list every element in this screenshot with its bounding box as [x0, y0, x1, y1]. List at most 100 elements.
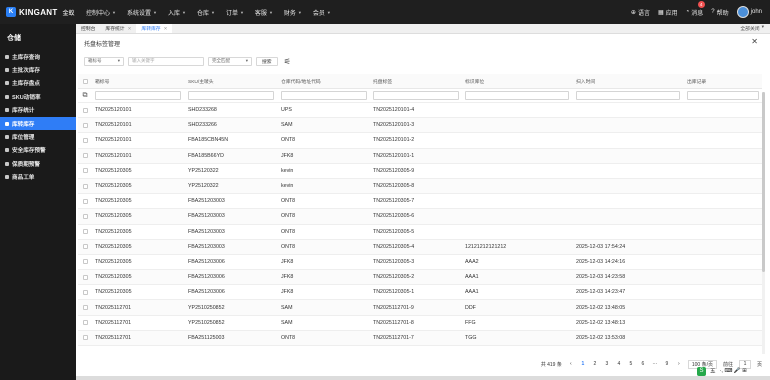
table-row[interactable]: TN2025120305 FBA251203003 ONT8 TN2025120305… — [78, 239, 762, 255]
row-checkbox[interactable] — [82, 183, 88, 189]
header-outbound-record[interactable]: 出库记录 — [684, 78, 762, 85]
next-page-button[interactable]: › — [676, 361, 682, 367]
header-sku[interactable]: SKU/主唛头 — [185, 78, 278, 85]
scrollbar-thumb[interactable] — [762, 92, 765, 272]
column-settings-icon[interactable]: ⧉ — [83, 92, 88, 100]
table-row[interactable]: TN2025112701 YP2510250852 SAM TN2025112701-… — [78, 316, 762, 331]
table-row[interactable]: TN2025120305 YP25120322 kevin TN2025120305-… — [78, 164, 762, 179]
row-checkbox[interactable] — [82, 213, 88, 219]
row-checkbox[interactable] — [82, 274, 88, 280]
messages-button[interactable]: ◔ 4 消息 — [686, 0, 705, 17]
header-pallet-label[interactable]: 托盘标签 — [370, 78, 462, 85]
nav-members[interactable]: 会员 ▼ — [313, 8, 331, 17]
table-row[interactable]: TN2025120101 SHD233268 UPS TN2025120101-4 — [78, 103, 762, 119]
table-row[interactable]: TN2025120305 YP25120322 kevin TN2025120305-… — [78, 178, 762, 195]
row-checkbox[interactable] — [82, 153, 88, 159]
page-number-button[interactable]: 5 — [628, 361, 634, 367]
match-select[interactable]: 完全匹配 ▾ — [208, 56, 252, 66]
row-checkbox[interactable] — [82, 259, 88, 265]
row-checkbox[interactable] — [82, 335, 88, 341]
page-number-button[interactable]: 4 — [616, 361, 622, 367]
sidebar-item[interactable]: 库转库存 — [0, 116, 76, 131]
table-row[interactable]: TN2025120305 FBA251203003 ONT8 TN2025120305… — [78, 209, 762, 225]
row-checkbox[interactable] — [82, 244, 88, 250]
sidebar-item[interactable]: 主批次库存 — [0, 63, 76, 76]
horizontal-scrollbar[interactable] — [76, 376, 770, 380]
table-row[interactable]: TN2025120305 FBA251203006 JFK8 TN2025120305… — [78, 255, 762, 271]
tab-inventory-stats[interactable]: 库存统计 ✕ — [100, 24, 136, 33]
nav-label: 控制中心 — [86, 10, 111, 17]
row-checkbox[interactable] — [82, 168, 88, 174]
page-ellipsis[interactable]: ··· — [652, 361, 658, 367]
row-checkbox[interactable] — [82, 229, 88, 235]
field-select[interactable]: 箱标号 ▾ — [84, 56, 124, 66]
language-button[interactable]: ⊕ 语言 — [631, 8, 650, 17]
input-method-tray[interactable]: S 五 ·, ⌨ 🎤 ⊞ — [697, 366, 747, 376]
apps-button[interactable]: ▦ 应用 — [658, 8, 678, 17]
close-all-tabs-button[interactable]: 全部关闭 ▾ — [740, 25, 764, 32]
sidebar-item[interactable]: 商品工单 — [0, 171, 76, 184]
page-number-button[interactable]: 1 — [580, 361, 586, 367]
table-row[interactable]: TN2025120305 FBA251203003 ONT8 TN2025120305… — [78, 225, 762, 240]
row-checkbox[interactable] — [82, 198, 88, 204]
row-checkbox[interactable] — [82, 320, 88, 326]
table-row[interactable]: TN2025112701 YP2510250852 SAM TN2025112701-… — [78, 300, 762, 316]
column-filter-input[interactable] — [465, 91, 569, 100]
sidebar-item[interactable]: 保质期预警 — [0, 157, 76, 170]
row-checkbox[interactable] — [82, 305, 88, 311]
nav-customer-service[interactable]: 客服 ▼ — [255, 8, 273, 17]
user-menu[interactable]: john — [736, 6, 762, 18]
column-filter-input[interactable] — [281, 91, 367, 100]
column-filter-input[interactable] — [373, 91, 459, 100]
row-checkbox[interactable] — [82, 289, 88, 295]
table-row[interactable]: TN2025120305 FBA251203006 JFK8 TN2025120305… — [78, 285, 762, 301]
page-number-button[interactable]: 3 — [604, 361, 610, 367]
sidebar-item[interactable]: 库位管理 — [0, 130, 76, 143]
sidebar-item[interactable]: SKU动销率 — [0, 90, 76, 103]
tab-transfer-inventory[interactable]: 库转库存 ✕ — [136, 24, 173, 33]
table-cell: TN2025120101 — [95, 107, 132, 114]
sidebar-item[interactable]: 库存统计 — [0, 104, 76, 117]
row-checkbox[interactable] — [82, 122, 88, 128]
table-row[interactable]: TN2025120305 FBA251203006 JFK8 TN2025120305… — [78, 270, 762, 286]
sidebar-item[interactable]: 主库存盘点 — [0, 77, 76, 90]
close-icon[interactable]: ✕ — [164, 26, 168, 32]
sidebar-item[interactable]: 安全库存预警 — [0, 144, 76, 157]
nav-orders[interactable]: 订单 ▼ — [226, 8, 244, 17]
close-icon[interactable]: ✕ — [128, 26, 132, 32]
nav-finance[interactable]: 财务 ▼ — [284, 8, 302, 17]
filter-settings-icon[interactable]: ⚟ — [284, 57, 291, 66]
page-number-button[interactable]: 6 — [640, 361, 646, 367]
sidebar-item[interactable]: 主库存查询 — [0, 50, 76, 63]
column-filter-input[interactable] — [188, 91, 274, 100]
search-button[interactable]: 搜索 — [256, 56, 278, 66]
nav-warehouse[interactable]: 仓库 ▼ — [197, 8, 215, 17]
prev-page-button[interactable]: ‹ — [568, 361, 574, 367]
header-location[interactable]: 标识库位 — [462, 78, 573, 85]
table-row[interactable]: TN2025120101 FBA185B66YD JFK8 TN2025120101-… — [78, 148, 762, 164]
nav-system-settings[interactable]: 系统设置 ▼ — [127, 8, 157, 17]
select-all-checkbox[interactable] — [82, 78, 88, 84]
app-logo[interactable]: K KINGANT 金蚁 — [6, 6, 75, 18]
row-checkbox[interactable] — [82, 137, 88, 143]
table-row[interactable]: TN2025120101 SHD233266 SAM TN2025120101-3 — [78, 118, 762, 134]
column-filter-input[interactable] — [576, 91, 680, 100]
header-scan-time[interactable]: 扫入时间 — [573, 78, 684, 85]
help-button[interactable]: ? 帮助 — [711, 8, 728, 17]
row-checkbox[interactable] — [82, 107, 88, 113]
nav-control-center[interactable]: 控制中心 ▼ — [86, 8, 116, 17]
column-filter-input[interactable] — [95, 91, 181, 100]
header-box-no[interactable]: 箱标号 — [92, 78, 185, 85]
table-row[interactable]: TN2025120101 FBA185CBN45N ONT8 TN2025120101… — [78, 133, 762, 149]
page-number-button[interactable]: 2 — [592, 361, 598, 367]
table-row[interactable]: TN2025112701 FBA251125003 ONT8 TN2025112701… — [78, 330, 762, 346]
table-row[interactable]: TN2025120305 FBA251203003 ONT8 TN2025120305… — [78, 194, 762, 210]
table-scrollbar[interactable] — [762, 92, 765, 354]
close-icon[interactable]: ✕ — [751, 37, 758, 46]
keyword-input[interactable]: 输入关键字 — [128, 56, 204, 66]
header-warehouse-code[interactable]: 仓库代码/地址代码 — [278, 78, 370, 85]
nav-inbound[interactable]: 入库 ▼ — [168, 8, 186, 17]
tab-console[interactable]: 控制台 — [76, 24, 100, 33]
page-last-button[interactable]: 9 — [664, 361, 670, 367]
column-filter-input[interactable] — [687, 91, 759, 100]
